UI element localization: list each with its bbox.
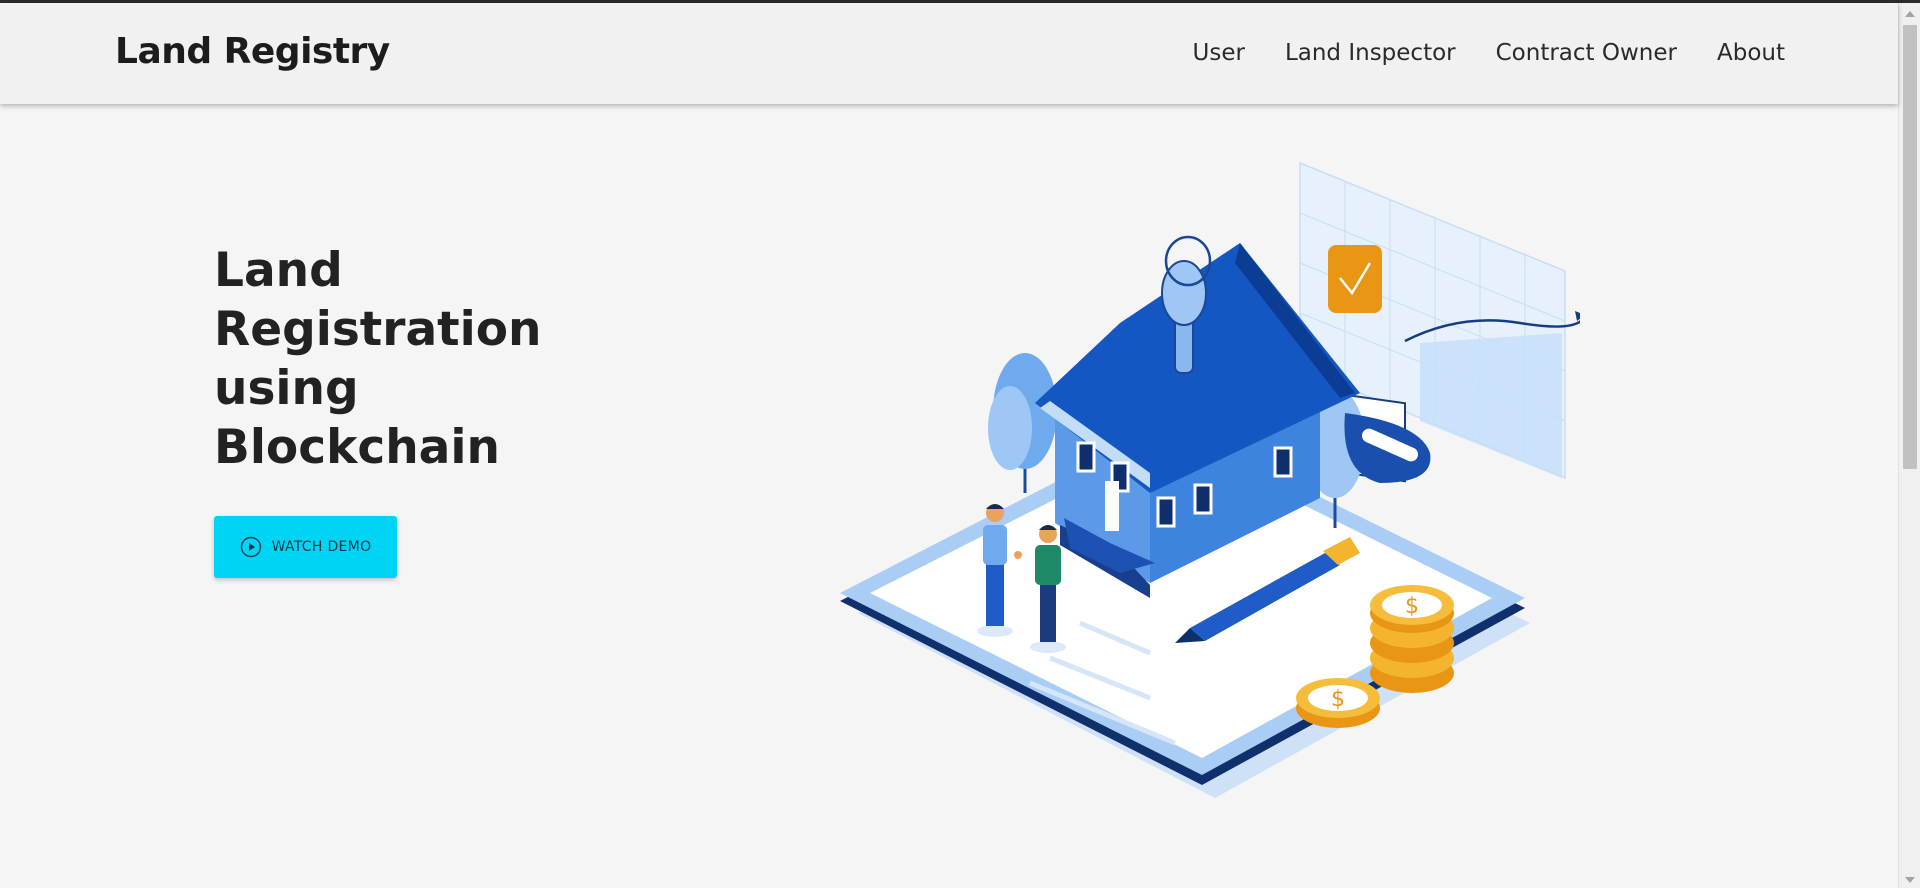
nav-link-contract-owner[interactable]: Contract Owner	[1496, 40, 1677, 66]
brand-logo-text[interactable]: Land Registry	[115, 31, 390, 72]
house-illustration: $ $	[840, 161, 1580, 798]
hero-title-line: using	[214, 361, 359, 416]
nav-links: User Land Inspector Contract Owner About	[1193, 40, 1786, 66]
nav-link-user[interactable]: User	[1193, 40, 1245, 66]
coin-stack: $	[1370, 585, 1454, 693]
scroll-up-arrow-icon[interactable]	[1905, 11, 1915, 17]
nav-link-about[interactable]: About	[1717, 40, 1785, 66]
watch-demo-label: WATCH DEMO	[271, 539, 372, 555]
svg-text:$: $	[1405, 594, 1419, 619]
scroll-down-arrow-icon[interactable]	[1905, 877, 1915, 883]
tree-left	[988, 353, 1057, 493]
vertical-scrollbar[interactable]	[1898, 3, 1920, 888]
hero-title-line: Land	[214, 243, 343, 298]
hero-title-line: Blockchain	[214, 420, 500, 475]
scroll-thumb[interactable]	[1903, 25, 1917, 469]
hero-title-line: Registration	[214, 302, 542, 357]
coin-single: $	[1296, 678, 1380, 728]
play-circle-icon	[240, 536, 261, 558]
hero-title: Land Registration using Blockchain	[214, 241, 554, 477]
top-navbar: Land Registry User Land Inspector Contra…	[0, 3, 1898, 104]
nav-link-land-inspector[interactable]: Land Inspector	[1285, 40, 1456, 66]
watch-demo-button[interactable]: WATCH DEMO	[214, 516, 397, 578]
svg-text:$: $	[1331, 687, 1345, 712]
